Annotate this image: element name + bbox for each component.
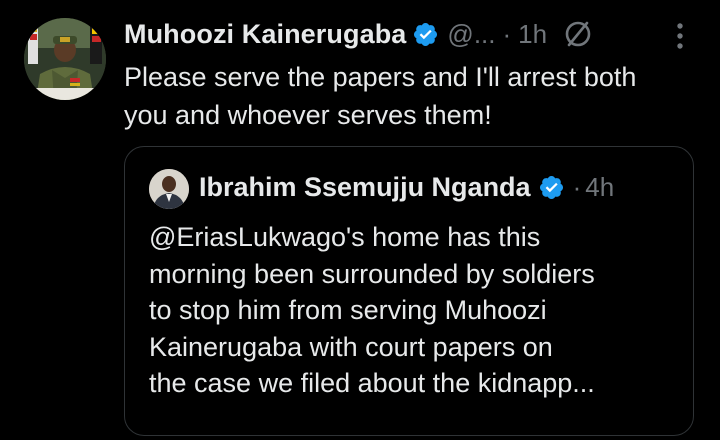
- author-avatar[interactable]: [24, 18, 106, 100]
- tweet-text: Please serve the papers and I'll arrest …: [124, 62, 637, 130]
- tweet-timestamp[interactable]: 1h: [518, 19, 547, 50]
- quoted-author-avatar[interactable]: [149, 169, 189, 209]
- verified-badge-icon: [538, 174, 565, 201]
- quoted-tweet-timestamp[interactable]: 4h: [585, 172, 614, 203]
- author-name[interactable]: Muhoozi Kainerugaba: [124, 19, 406, 50]
- quoted-tweet-header: Ibrahim Ssemujju Nganda · 4h: [199, 167, 614, 207]
- tweet-header: Muhoozi Kainerugaba @... · 1h: [124, 14, 593, 54]
- separator-dot: ·: [572, 171, 582, 202]
- separator-dot: ·: [502, 18, 512, 49]
- author-handle[interactable]: @...: [447, 19, 495, 50]
- quoted-tweet-text: @EriasLukwago's home has this morning be…: [149, 222, 595, 398]
- tweet[interactable]: Muhoozi Kainerugaba @... · 1h Please ser…: [0, 0, 720, 440]
- quoted-author-name[interactable]: Ibrahim Ssemujju Nganda: [199, 172, 531, 203]
- no-sign-icon[interactable]: [563, 19, 593, 49]
- verified-badge-icon: [412, 21, 439, 48]
- more-options-icon[interactable]: [670, 20, 690, 54]
- quoted-tweet[interactable]: Ibrahim Ssemujju Nganda · 4h @EriasLukwa…: [124, 146, 694, 436]
